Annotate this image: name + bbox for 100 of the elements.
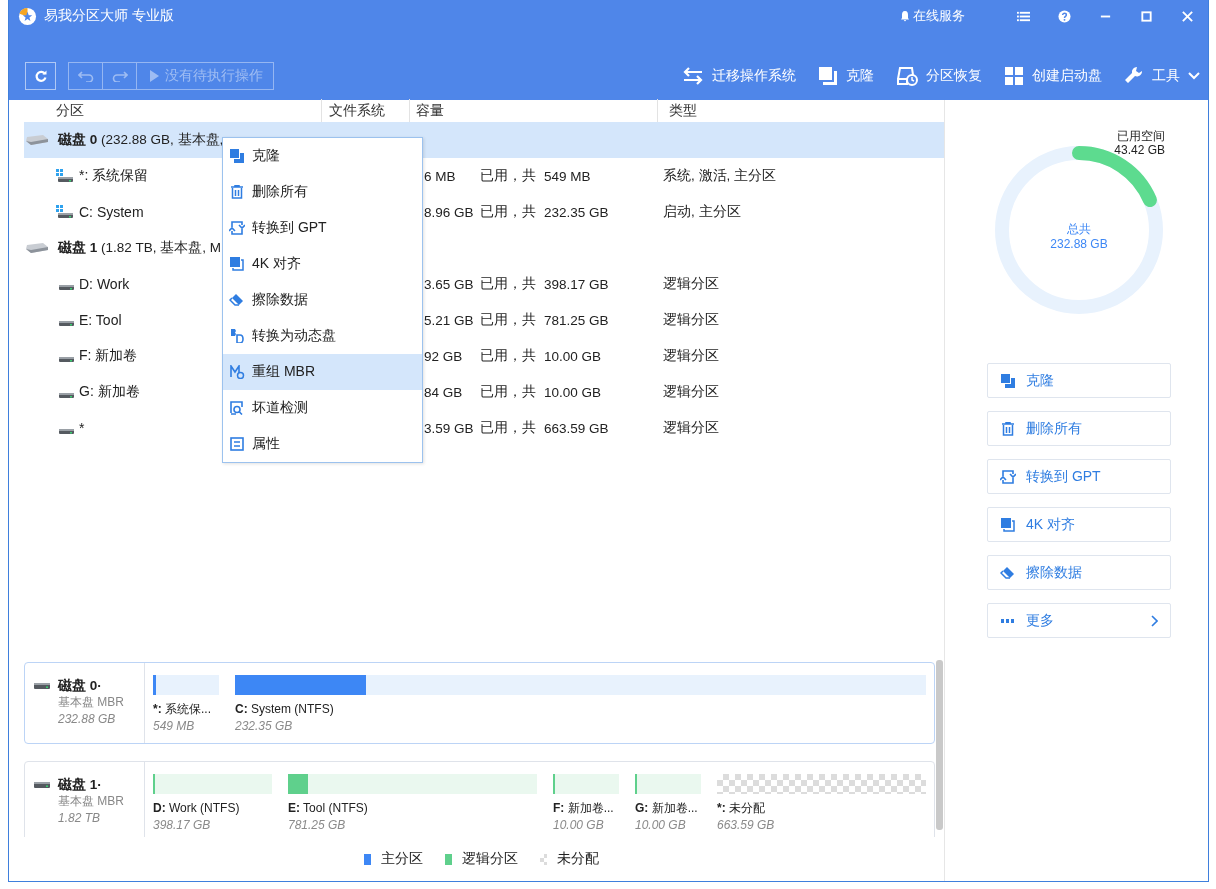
legend-label: 逻辑分区 [462, 850, 518, 868]
menu-item[interactable]: 删除所有 [223, 174, 422, 210]
menu-item[interactable]: 4K 对齐 [223, 246, 422, 282]
action-button[interactable]: 更多 [987, 603, 1171, 638]
partition-label: G: 新加卷... [635, 800, 699, 816]
refresh-button[interactable] [25, 62, 56, 90]
partition-name[interactable]: F: 新加卷 [79, 347, 138, 365]
disk-size: 232.88 GB [58, 711, 117, 728]
trash-icon [1000, 421, 1016, 436]
maximize-icon[interactable] [1140, 9, 1153, 23]
partition-type: 逻辑分区 [662, 348, 719, 363]
toolbar-button[interactable]: 创建启动盘 [1004, 66, 1102, 86]
legend-label: 未分配 [557, 850, 599, 868]
toolbar-button[interactable]: 工具 [1124, 66, 1200, 86]
partition-bar[interactable] [153, 675, 219, 695]
wrench-icon [1124, 66, 1144, 86]
total-size: 10.00 GB [544, 348, 602, 364]
dynamic-disk-icon [229, 329, 245, 343]
partition-label: *: 系统保... [153, 701, 212, 717]
partition-size: 10.00 GB [553, 817, 605, 834]
convert-arrows-icon [1000, 469, 1016, 484]
column-header[interactable]: 文件系统 [329, 102, 385, 120]
partition-bar[interactable] [235, 675, 926, 695]
chevron-down-icon [1188, 72, 1200, 80]
chevron-right-icon [1150, 614, 1158, 627]
bell-icon [899, 10, 911, 22]
drive-clock-icon [896, 66, 918, 86]
partition-type: 系统, 激活, 主分区 [662, 168, 776, 183]
disk-type: 基本盘 MBR [58, 694, 124, 711]
used-size: 8.96 GB [424, 204, 475, 220]
used-size: 5.21 GB [424, 312, 475, 328]
menu-icon[interactable] [1017, 9, 1030, 23]
mbr-icon [229, 365, 245, 379]
trash-icon [229, 185, 245, 199]
refresh-icon [33, 69, 48, 83]
used-label: 已用，共 [480, 203, 536, 221]
action-button[interactable]: 擦除数据 [987, 555, 1171, 590]
partition-size: 549 MB [153, 718, 196, 735]
menu-item[interactable]: 重组 MBR [223, 354, 422, 390]
menu-item[interactable]: 擦除数据 [223, 282, 422, 318]
disk-card[interactable]: 磁盘 1· 基本盘 MBR 1.82 TB D: Work (NTFS) 398.17 GB E: Tool (NTFS) 781.25 GB F: 新加卷... 10.00 GB G: 新加卷... 10.00 GB *: 未分配 663.59 GB [24, 761, 935, 837]
total-size: 232.35 GB [544, 204, 609, 220]
redo-icon [111, 70, 128, 82]
partition-size: 398.17 GB [153, 817, 212, 834]
partition-label: D: Work (NTFS) [153, 800, 241, 816]
partition-name[interactable]: * [79, 420, 85, 436]
toolbar-button[interactable]: 分区恢复 [896, 66, 982, 86]
partition-label: C: System (NTFS) [235, 701, 335, 717]
partition-type: 启动, 主分区 [662, 204, 741, 219]
disk-name: 磁盘 0· [58, 678, 103, 694]
column-header[interactable]: 类型 [664, 102, 697, 120]
eraser-icon [229, 293, 245, 307]
partition-name[interactable]: G: 新加卷 [79, 383, 140, 401]
swap-arrows-icon [682, 66, 704, 86]
menu-item[interactable]: 克隆 [223, 138, 422, 174]
menu-item[interactable]: 转换到 GPT [223, 210, 422, 246]
partition-name[interactable]: *: 系统保留 [79, 167, 149, 185]
windows-icon [1004, 66, 1024, 86]
action-button[interactable]: 克隆 [987, 363, 1171, 398]
menu-item[interactable]: 坏道检测 [223, 390, 422, 426]
toolbar-button[interactable]: 迁移操作系统 [682, 66, 796, 86]
column-header[interactable]: 容量 [416, 102, 444, 120]
partition-bar[interactable] [553, 774, 619, 794]
disk-type: 基本盘 MBR [58, 793, 124, 810]
toolbar-button[interactable]: 克隆 [818, 66, 874, 86]
partition-name[interactable]: C: System [79, 204, 144, 220]
total-size: 663.59 GB [544, 420, 609, 436]
disk-card[interactable]: 磁盘 0· 基本盘 MBR 232.88 GB *: 系统保... 549 MB C: System (NTFS) 232.35 GB [24, 662, 935, 744]
legend-swatch [364, 853, 371, 865]
close-icon[interactable] [1181, 9, 1194, 23]
disk-name[interactable]: 磁盘 1 (1.82 TB, 基本盘, M [58, 239, 222, 257]
action-button[interactable]: 删除所有 [987, 411, 1171, 446]
legend-swatch [445, 853, 452, 865]
menu-item[interactable]: 属性 [223, 426, 422, 462]
total-size: 549 MB [544, 168, 591, 184]
partition-name[interactable]: D: Work [79, 276, 130, 292]
column-header[interactable]: 分区 [56, 102, 84, 120]
properties-icon [229, 437, 245, 451]
disk-name[interactable]: 磁盘 0 (232.88 GB, 基本盘, [58, 131, 224, 149]
partition-name[interactable]: E: Tool [79, 312, 122, 328]
action-button[interactable]: 转换到 GPT [987, 459, 1171, 494]
used-space-label: 已用空间 43.42 GB [1114, 129, 1165, 157]
copy-icon [818, 66, 838, 86]
disk-drive-icon [25, 134, 49, 146]
app-logo-icon [18, 6, 37, 26]
online-service-button[interactable]: 在线服务 [899, 7, 965, 25]
scrollbar[interactable] [936, 660, 943, 830]
used-size: 3.59 GB [424, 420, 475, 436]
play-icon [149, 70, 159, 82]
convert-arrows-icon [229, 221, 245, 235]
eraser-icon [1000, 565, 1016, 580]
partition-type: 逻辑分区 [662, 276, 719, 291]
menu-item[interactable]: 转换为动态盘 [223, 318, 422, 354]
help-icon[interactable] [1058, 9, 1071, 23]
partition-bar[interactable] [288, 774, 537, 794]
total-size: 781.25 GB [544, 312, 609, 328]
partition-bar[interactable] [635, 774, 701, 794]
legend-label: 主分区 [381, 850, 423, 868]
align-icon [1000, 517, 1016, 532]
action-button[interactable]: 4K 对齐 [987, 507, 1171, 542]
